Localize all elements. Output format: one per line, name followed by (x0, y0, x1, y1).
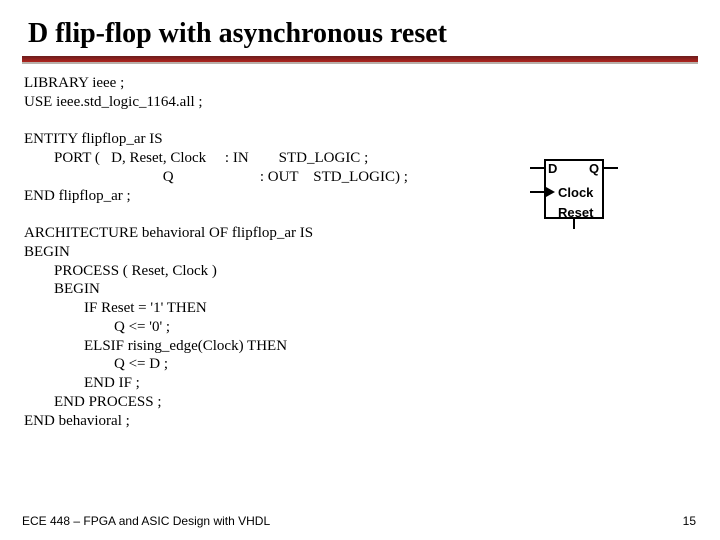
footer-text: ECE 448 – FPGA and ASIC Design with VHDL (22, 514, 270, 528)
wire-d (530, 167, 544, 169)
wire-reset (573, 219, 575, 229)
clock-edge-icon (546, 187, 555, 197)
label-q: Q (589, 161, 599, 176)
slide-title: D flip-flop with asynchronous reset (0, 0, 720, 50)
flipflop-diagram: D Q Clock Reset (528, 155, 620, 229)
label-clock: Clock (558, 185, 593, 200)
label-reset: Reset (558, 205, 593, 220)
label-d: D (548, 161, 557, 176)
wire-q (604, 167, 618, 169)
wire-clock (530, 191, 544, 193)
vhdl-code-block: LIBRARY ieee ; USE ieee.std_logic_1164.a… (0, 64, 720, 430)
page-number: 15 (683, 514, 696, 528)
